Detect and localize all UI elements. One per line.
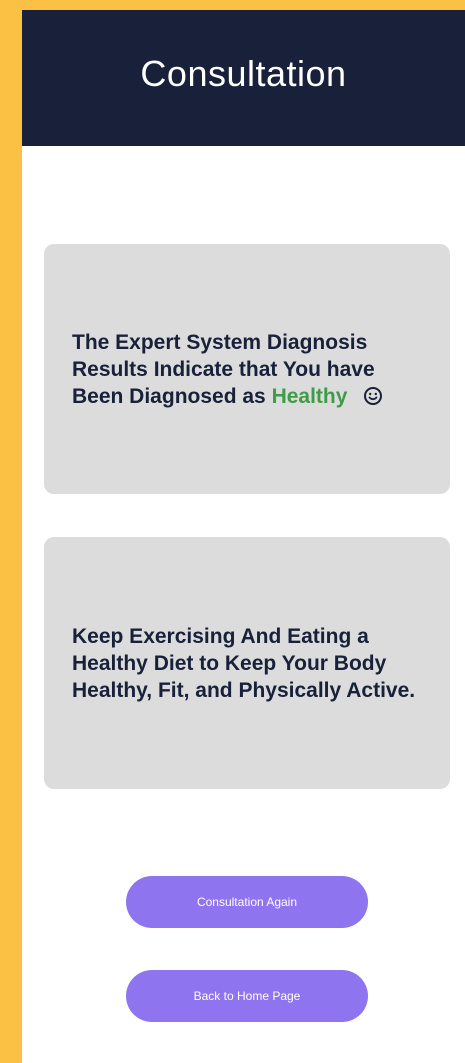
diagnosis-result-card: The Expert System Diagnosis Results Indi… xyxy=(44,244,450,494)
advice-card: Keep Exercising And Eating a Healthy Die… xyxy=(44,537,450,789)
page-title: Consultation xyxy=(140,53,347,94)
consultation-again-button[interactable]: Consultation Again xyxy=(126,876,368,928)
page-header: Consultation xyxy=(22,10,465,146)
diagnosis-value: Healthy xyxy=(271,384,348,408)
smile-icon xyxy=(364,386,383,405)
diagnosis-result-text: The Expert System Diagnosis Results Indi… xyxy=(72,329,422,410)
advice-text: Keep Exercising And Eating a Healthy Die… xyxy=(72,624,416,702)
top-accent-bar xyxy=(22,0,465,10)
back-to-home-button[interactable]: Back to Home Page xyxy=(126,970,368,1022)
left-accent-bar xyxy=(0,0,22,1063)
